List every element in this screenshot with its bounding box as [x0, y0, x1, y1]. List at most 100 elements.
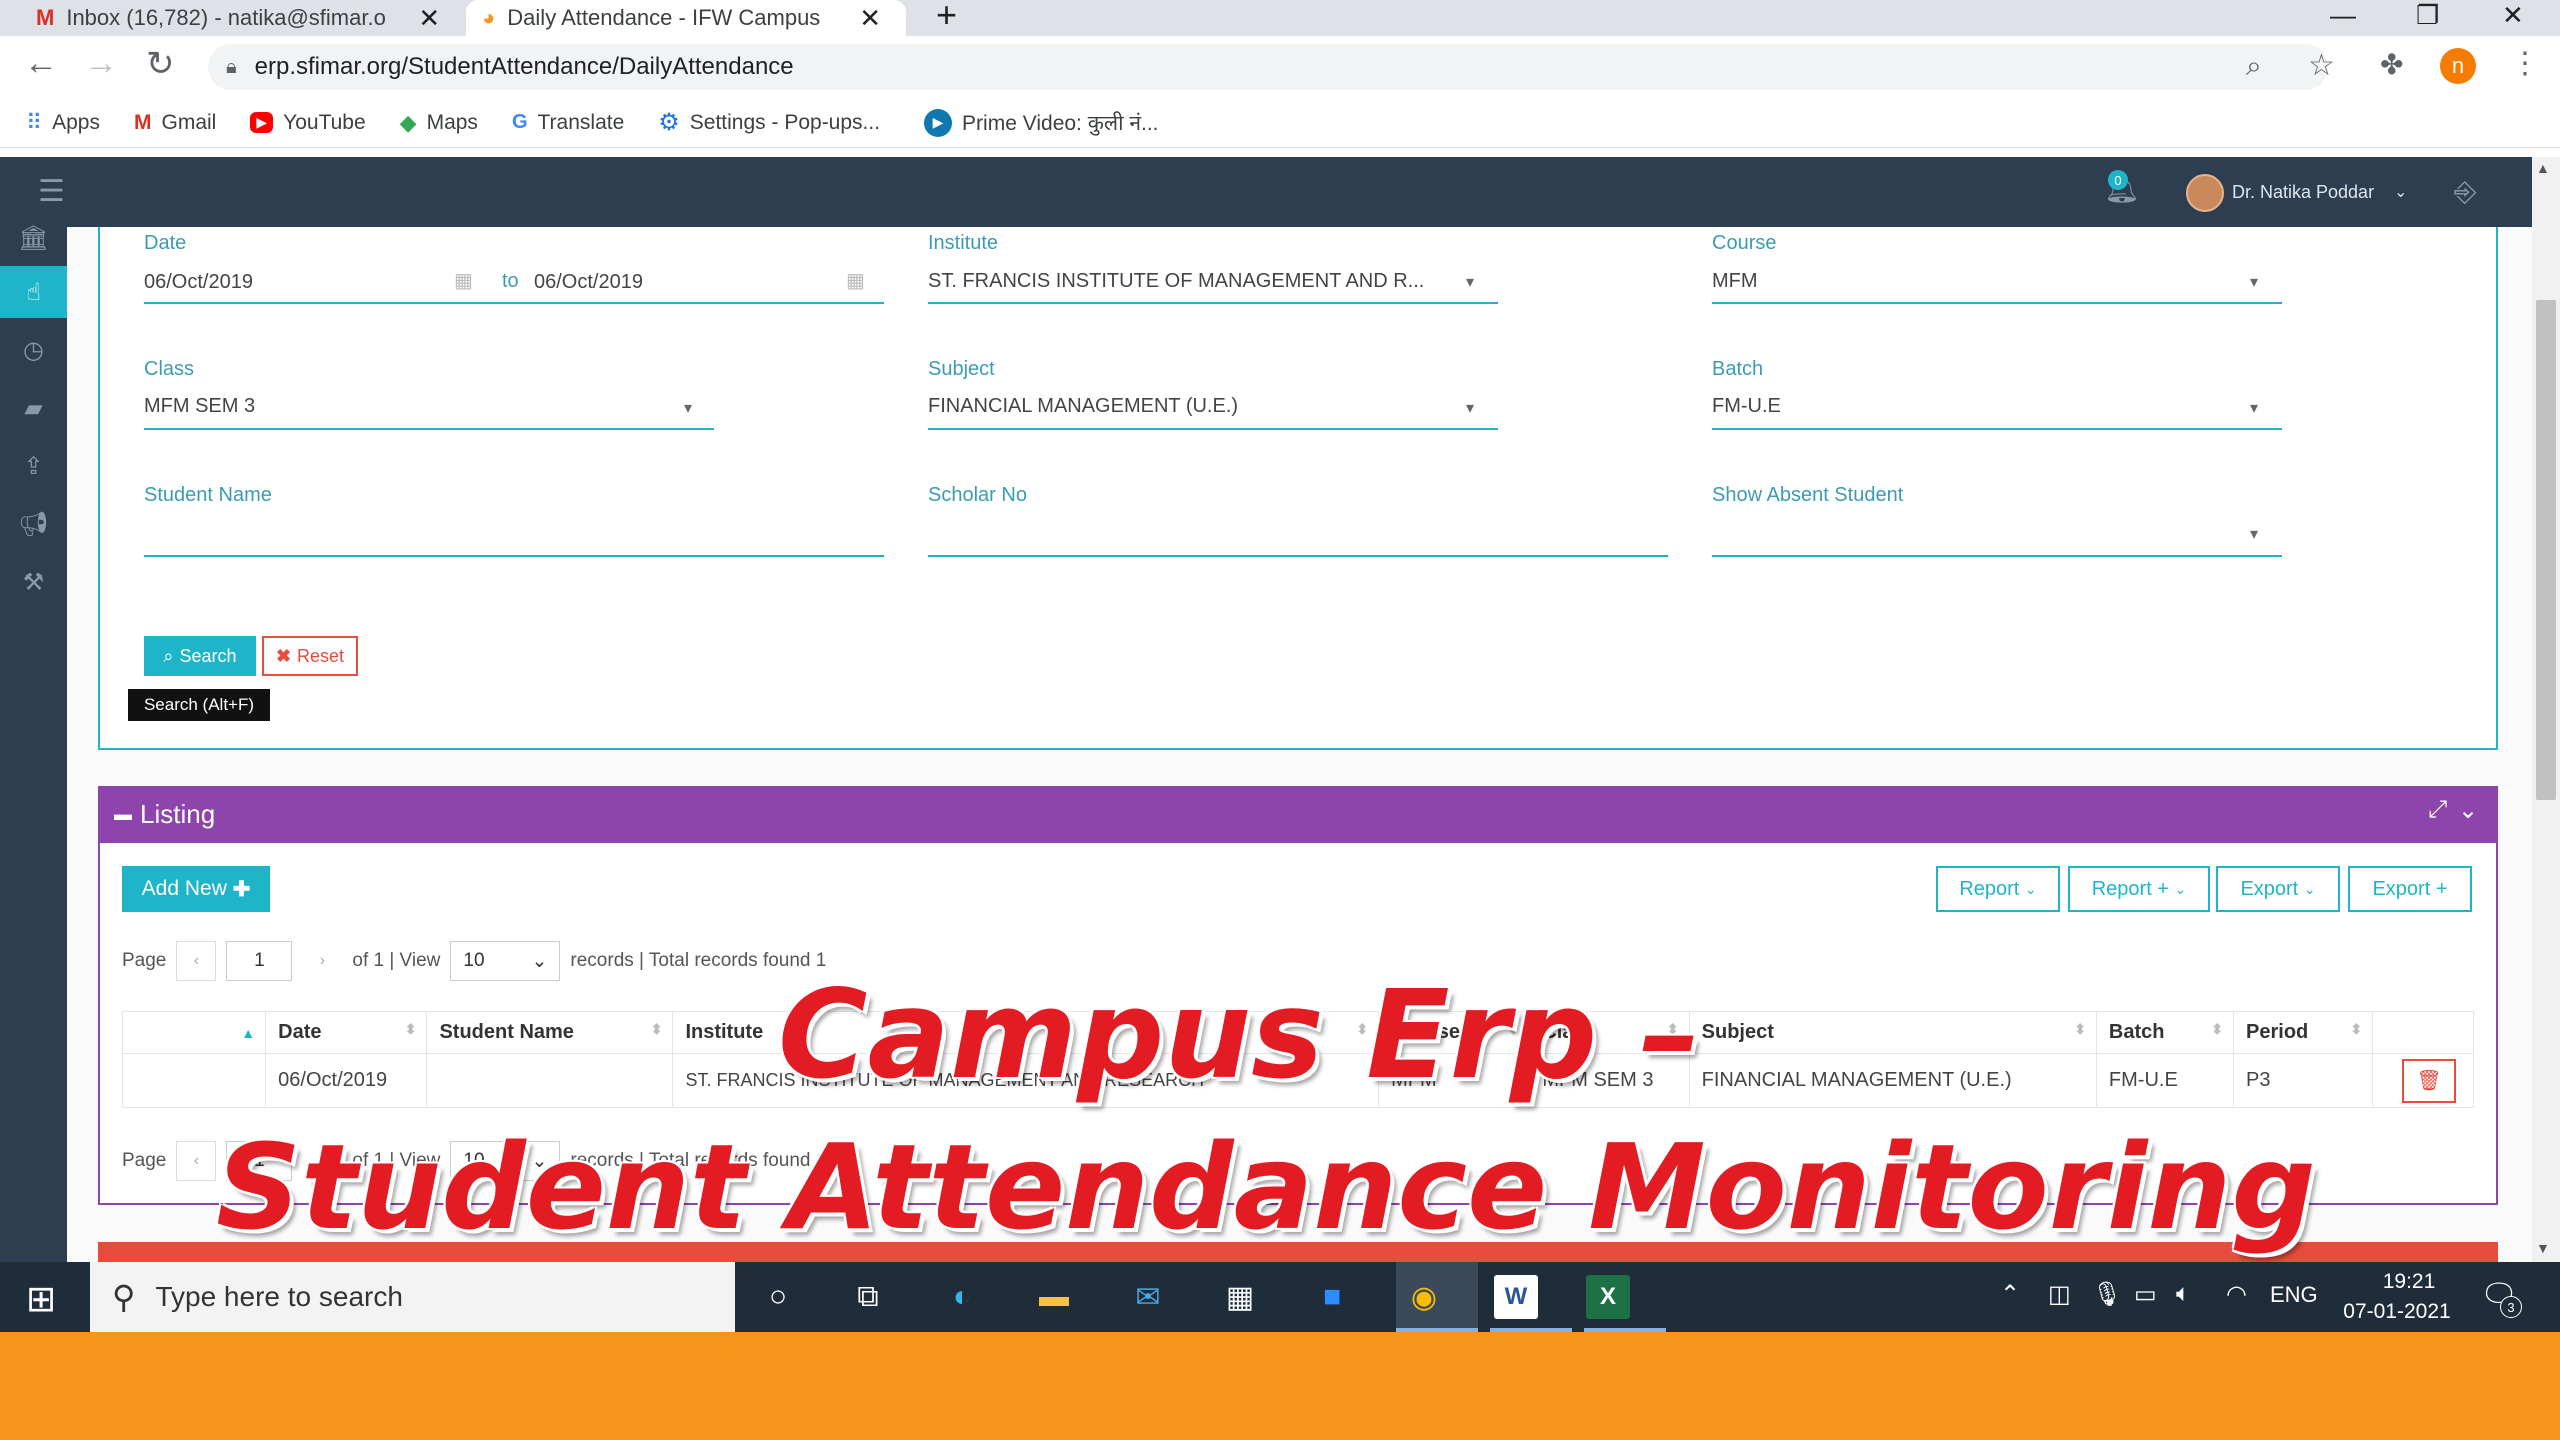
column-header-student-name[interactable]: Student Name ⬍ [426, 1011, 674, 1054]
show-absent-dropdown-icon[interactable]: ▾ [2250, 524, 2258, 544]
show-hidden-icons-icon[interactable]: ⌃ [2000, 1280, 2020, 1309]
column-header-batch[interactable]: Batch ⬍ [2095, 1011, 2235, 1054]
reload-icon[interactable]: ↻ [146, 44, 175, 84]
batch-dropdown-icon[interactable]: ▾ [2250, 398, 2258, 418]
profile-avatar[interactable]: n [2440, 48, 2476, 84]
view-select[interactable]: 10 ⌄ [450, 941, 561, 981]
windows-start-icon[interactable]: ⊞ [26, 1278, 56, 1320]
subject-dropdown-icon[interactable]: ▾ [1466, 398, 1474, 418]
prev-page-button[interactable]: ‹ [176, 1141, 217, 1181]
restore-icon[interactable]: ❐ [2416, 0, 2439, 31]
bookmark-gmail[interactable]: M Gmail [134, 111, 216, 135]
calendar-to-icon[interactable]: ▦ [846, 268, 865, 293]
wifi-icon[interactable]: ◠ [2226, 1280, 2247, 1309]
expand-icon[interactable]: ⤢ [2428, 796, 2447, 824]
sidebar-upload-icon[interactable]: ⇪ [0, 440, 67, 492]
sidebar-clock-icon[interactable]: ◷ [0, 324, 67, 376]
date-to-input[interactable]: 06/Oct/2019 [534, 271, 643, 294]
hamburger-menu-icon[interactable]: ☰ [38, 174, 65, 209]
excel-icon[interactable]: X [1586, 1275, 1630, 1319]
taskbar-search-box[interactable]: ⚲ Type here to search [90, 1262, 735, 1332]
select-column-header[interactable]: ▲ [121, 1011, 267, 1054]
row-select-cell[interactable] [121, 1053, 267, 1108]
tab-daily-attendance[interactable]: ◕ Daily Attendance - IFW Campus ✕ [466, 0, 906, 36]
zoom-icon[interactable]: ⌕ [2246, 50, 2262, 83]
tab-gmail[interactable]: M Inbox (16,782) - natika@sfimar.o ✕ [20, 0, 460, 36]
word-icon[interactable]: W [1494, 1275, 1538, 1319]
batch-select[interactable]: FM-U.E [1712, 395, 1781, 418]
institute-dropdown-icon[interactable]: ▾ [1466, 272, 1474, 292]
column-header-period[interactable]: Period ⬍ [2233, 1011, 2374, 1054]
sidebar-book-icon[interactable]: ▰ [0, 382, 67, 434]
file-explorer-icon[interactable]: ▬ [1032, 1275, 1076, 1319]
cortana-icon[interactable]: ○ [756, 1275, 800, 1319]
bookmark-translate[interactable]: G Translate [512, 111, 624, 135]
clock-date[interactable]: 07-01-2021 [2332, 1300, 2462, 1324]
column-header-subject[interactable]: Subject ⬍ [1688, 1011, 2097, 1054]
minimize-icon[interactable]: — [2330, 0, 2356, 31]
scrollbar-thumb[interactable] [2536, 300, 2556, 800]
page-input[interactable]: 1 [226, 941, 293, 981]
column-header-date[interactable]: Date ⬍ [265, 1011, 428, 1054]
task-view-icon[interactable]: ⧉ [846, 1275, 890, 1319]
new-tab-button[interactable]: + [936, 0, 957, 36]
close-tab-icon[interactable]: ✕ [859, 3, 881, 34]
address-bar[interactable]: 🔒︎ erp.sfimar.org/StudentAttendance/Dail… [208, 44, 2328, 90]
logout-icon[interactable]: ⎆ [2454, 176, 2476, 209]
show-absent-select[interactable] [1712, 512, 2282, 554]
next-page-button[interactable]: › [302, 941, 342, 981]
clock-time[interactable]: 19:21 [2364, 1270, 2454, 1294]
bookmark-star-icon[interactable]: ☆ [2308, 48, 2335, 83]
search-button[interactable]: ⌕ Search [144, 636, 256, 676]
subject-select[interactable]: FINANCIAL MANAGEMENT (U.E.) [928, 395, 1238, 418]
report-button[interactable]: Report ⌄ [1936, 866, 2060, 912]
class-select[interactable]: MFM SEM 3 [144, 395, 255, 418]
language-indicator[interactable]: ENG [2270, 1282, 2318, 1308]
delete-button[interactable]: 🗑︎ [2402, 1058, 2457, 1103]
sidebar-gavel-icon[interactable]: ⚒ [0, 556, 67, 608]
reset-button[interactable]: ✖ Reset [262, 636, 358, 676]
microphone-icon[interactable]: 🎙︎ [2092, 1280, 2122, 1309]
close-tab-icon[interactable]: ✕ [418, 3, 440, 34]
volume-icon[interactable]: 🔈︎ [2176, 1280, 2190, 1308]
store-icon[interactable]: ▦ [1218, 1275, 1262, 1319]
export-plus-button[interactable]: Export + [2348, 866, 2472, 912]
institute-select[interactable]: ST. FRANCIS INSTITUTE OF MANAGEMENT AND … [928, 270, 1424, 293]
forward-icon[interactable]: → [84, 44, 118, 83]
class-dropdown-icon[interactable]: ▾ [684, 398, 692, 418]
bookmark-maps[interactable]: ◆ Maps [400, 110, 478, 136]
bookmark-settings[interactable]: ⚙ Settings - Pop-ups... [658, 108, 880, 137]
meet-now-icon[interactable]: ◫ [2048, 1280, 2071, 1309]
student-name-input[interactable] [144, 512, 884, 554]
battery-icon[interactable]: ▭ [2134, 1280, 2157, 1309]
user-name[interactable]: Dr. Natika Poddar [2232, 182, 2374, 203]
collapse-icon[interactable]: ⌄ [2458, 796, 2478, 825]
extensions-icon[interactable]: ✤ [2380, 48, 2403, 81]
chrome-menu-icon[interactable]: ⋮ [2510, 46, 2540, 81]
course-select[interactable]: MFM [1712, 270, 1758, 293]
sidebar-megaphone-icon[interactable]: 📢︎ [0, 498, 67, 550]
edge-icon[interactable]: ◐ [940, 1275, 984, 1319]
back-icon[interactable]: ← [24, 44, 58, 83]
chrome-icon[interactable]: ◉ [1402, 1275, 1446, 1319]
bookmark-prime-video[interactable]: ▶ Prime Video: कुली नं... [924, 108, 1159, 137]
scholar-no-input[interactable] [928, 512, 1668, 554]
user-avatar[interactable] [2186, 174, 2224, 212]
calendar-from-icon[interactable]: ▦ [454, 268, 473, 293]
prev-page-button[interactable]: ‹ [176, 941, 217, 981]
sidebar-institution-icon[interactable]: 🏛︎ [0, 212, 67, 264]
zoom-app-icon[interactable]: ■ [1310, 1275, 1354, 1319]
add-new-button[interactable]: Add New ✚ [122, 866, 270, 912]
sidebar-attendance-icon[interactable]: ☝︎ [0, 266, 67, 318]
bookmark-youtube[interactable]: ▶ YouTube [250, 111, 366, 135]
scroll-up-icon[interactable]: ▲ [2536, 160, 2550, 176]
course-dropdown-icon[interactable]: ▾ [2250, 272, 2258, 292]
export-button[interactable]: Export ⌄ [2216, 866, 2340, 912]
mail-icon[interactable]: ✉ [1126, 1275, 1170, 1319]
report-plus-button[interactable]: Report + ⌄ [2068, 866, 2210, 912]
date-from-input[interactable]: 06/Oct/2019 [144, 271, 253, 294]
user-dropdown-icon[interactable]: ⌄ [2394, 182, 2407, 202]
close-window-icon[interactable]: ✕ [2502, 0, 2524, 31]
scroll-down-icon[interactable]: ▼ [2536, 1240, 2550, 1256]
bookmark-apps[interactable]: ⠿ Apps [26, 110, 100, 136]
